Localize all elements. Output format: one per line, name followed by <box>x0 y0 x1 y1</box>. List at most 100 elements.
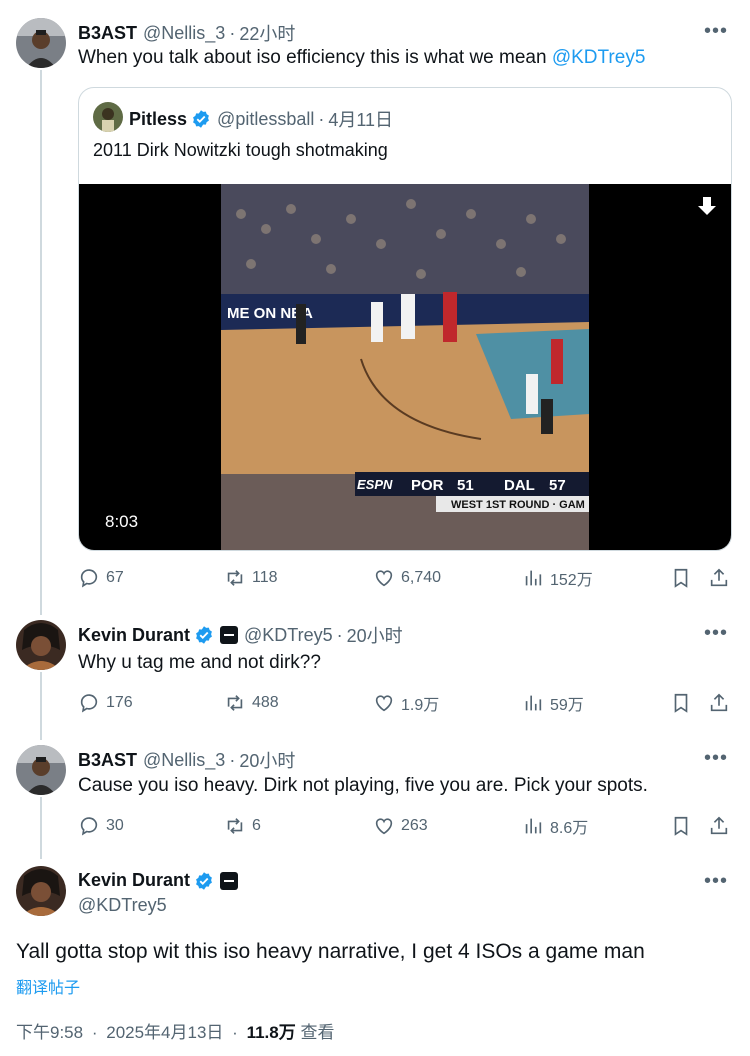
download-icon[interactable] <box>697 196 717 218</box>
quote-avatar[interactable] <box>93 102 123 132</box>
tweet-actions: 30 6 263 8.6万 <box>78 811 730 841</box>
retweet-icon <box>227 570 243 586</box>
main-tweet-header: Kevin Durant <box>78 870 239 891</box>
user-handle[interactable]: @KDTrey5 <box>78 895 167 916</box>
thread-line <box>40 672 42 740</box>
reply-button[interactable]: 30 <box>78 811 124 841</box>
reply-icon <box>80 817 98 836</box>
timestamp[interactable]: 20小时 <box>347 622 403 648</box>
timestamp[interactable]: 22小时 <box>239 20 295 46</box>
retweet-button[interactable]: 118 <box>224 563 278 593</box>
reply-count: 67 <box>106 569 124 586</box>
more-options-icon[interactable]: ••• <box>704 20 728 43</box>
views-button[interactable]: 152万 <box>522 563 593 593</box>
share-button[interactable] <box>708 688 736 718</box>
bookmark-button[interactable] <box>670 811 698 841</box>
retweet-button[interactable]: 6 <box>224 811 261 841</box>
display-name[interactable]: B3AST <box>78 23 137 44</box>
share-button[interactable] <box>708 563 736 593</box>
tweet-text: Why u tag me and not dirk?? <box>78 652 321 673</box>
avatar-image <box>16 18 66 68</box>
like-button[interactable]: 263 <box>373 811 428 841</box>
views-chart-icon <box>525 818 542 834</box>
separator-dot: · <box>318 108 325 129</box>
share-icon <box>710 816 728 835</box>
separator-dot: · <box>232 1023 238 1042</box>
reply-count: 30 <box>106 817 124 834</box>
post-meta: 下午9:58 · 2025年4月13日 · 11.8万 查看 <box>16 1018 334 1043</box>
mention-link[interactable]: @KDTrey5 <box>552 47 646 68</box>
like-button[interactable]: 6,740 <box>373 563 441 593</box>
bookmark-button[interactable] <box>670 563 698 593</box>
reply-count: 176 <box>106 694 133 711</box>
tweet-text-body: When you talk about iso efficiency this … <box>78 47 552 68</box>
more-options-icon[interactable]: ••• <box>704 622 728 645</box>
post-time[interactable]: 下午9:58 <box>16 1023 83 1042</box>
like-count: 1.9万 <box>401 697 440 714</box>
bookmark-icon <box>674 693 688 713</box>
view-count: 8.6万 <box>550 820 589 837</box>
tweet-header: B3AST @Nellis_3 · 20小时 <box>78 747 295 773</box>
main-handle-row: @KDTrey5 <box>78 895 167 916</box>
main-tweet-text: Yall gotta stop wit this iso heavy narra… <box>16 940 645 963</box>
video-player[interactable]: ME ON NBA ESPN POR 51 DAL 57 WEST 1ST RO… <box>79 184 731 550</box>
reply-button[interactable]: 67 <box>78 563 124 593</box>
quote-timestamp[interactable]: 4月11日 <box>328 106 393 132</box>
like-count: 6,740 <box>401 569 442 586</box>
share-button[interactable] <box>708 811 736 841</box>
reply-button[interactable]: 176 <box>78 688 133 718</box>
retweet-icon <box>227 818 243 834</box>
user-handle[interactable]: @Nellis_3 <box>143 23 225 44</box>
video-frame: ME ON NBA ESPN POR 51 DAL 57 WEST 1ST RO… <box>221 184 589 550</box>
separator-dot: · <box>229 749 236 770</box>
thread-line <box>40 797 42 859</box>
more-options-icon[interactable]: ••• <box>704 747 728 770</box>
display-name[interactable]: Kevin Durant <box>78 870 190 891</box>
like-count: 263 <box>401 817 428 834</box>
video-duration: 8:03 <box>105 512 139 531</box>
views-chart-icon <box>525 695 542 711</box>
more-options-icon[interactable]: ••• <box>704 870 728 893</box>
quote-header: Pitless @pitlessball · 4月11日 <box>129 106 393 132</box>
translate-post-link[interactable]: 翻译帖子 <box>16 974 80 998</box>
avatar-image <box>16 866 66 916</box>
tweet-actions: 67 118 6,740 152万 <box>78 563 730 593</box>
views-button[interactable]: 59万 <box>522 688 584 718</box>
tweet-header: B3AST @Nellis_3 · 22小时 <box>78 20 295 46</box>
bookmark-button[interactable] <box>670 688 698 718</box>
retweet-count: 488 <box>252 694 279 711</box>
user-handle[interactable]: @Nellis_3 <box>143 750 225 771</box>
avatar-image <box>16 620 66 670</box>
bookmark-icon <box>674 568 688 588</box>
post-date[interactable]: 2025年4月13日 <box>106 1023 223 1042</box>
avatar[interactable] <box>16 18 66 68</box>
avatar[interactable] <box>16 620 66 670</box>
quote-text: 2011 Dirk Nowitzki tough shotmaking <box>93 140 388 160</box>
like-button[interactable]: 1.9万 <box>373 688 439 718</box>
views-chart-icon <box>525 570 542 586</box>
verified-badge-icon <box>193 110 209 128</box>
avatar[interactable] <box>16 745 66 795</box>
separator-dot: · <box>229 22 236 43</box>
bookmark-icon <box>674 816 688 836</box>
quote-display-name[interactable]: Pitless <box>129 109 187 130</box>
retweet-button[interactable]: 488 <box>224 688 279 718</box>
avatar[interactable] <box>16 866 66 916</box>
quoted-tweet[interactable]: Pitless @pitlessball · 4月11日 2011 Dirk N… <box>78 87 732 551</box>
retweet-count: 118 <box>252 569 278 586</box>
scoreboard-round: WEST 1ST ROUND · GAM <box>451 499 585 511</box>
quote-user-handle[interactable]: @pitlessball <box>217 109 314 130</box>
display-name[interactable]: B3AST <box>78 750 137 771</box>
timestamp[interactable]: 20小时 <box>239 747 295 773</box>
tweet-text: When you talk about iso efficiency this … <box>78 47 645 69</box>
avatar-image <box>16 745 66 795</box>
scoreboard-score1: 51 <box>457 477 474 494</box>
display-name[interactable]: Kevin Durant <box>78 625 190 646</box>
views-button[interactable]: 8.6万 <box>522 811 588 841</box>
user-handle[interactable]: @KDTrey5 <box>244 625 333 646</box>
quote-avatar-image <box>93 102 123 132</box>
retweet-icon <box>227 695 243 711</box>
verified-badge-icon <box>196 626 212 644</box>
view-count: 11.8万 <box>246 1023 296 1042</box>
scoreboard-network: ESPN <box>357 477 393 492</box>
